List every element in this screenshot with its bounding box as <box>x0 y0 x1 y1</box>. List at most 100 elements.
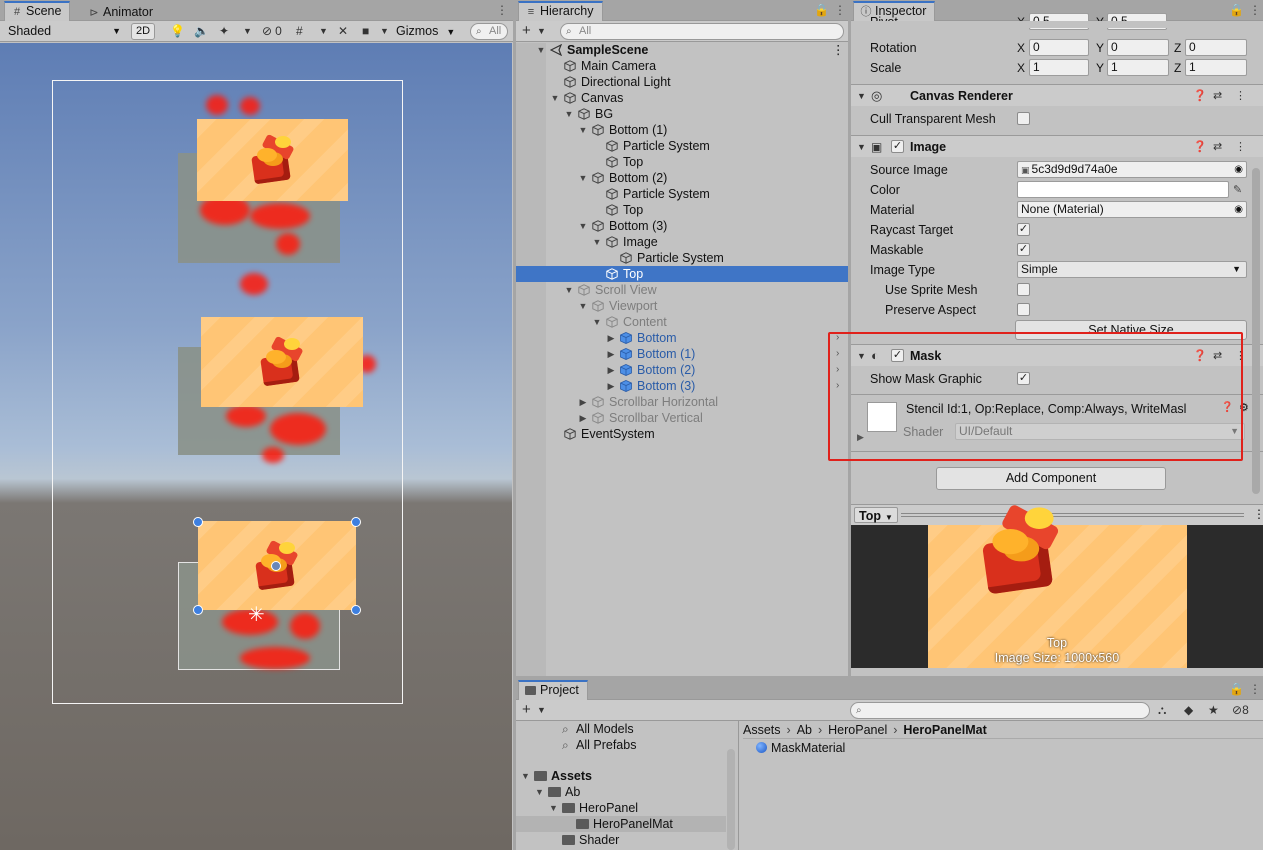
hierarchy-row[interactable]: ▼ Scroll View <box>516 282 848 298</box>
sprite-mesh-checkbox[interactable] <box>1017 283 1030 296</box>
panel-menu-icon[interactable]: ⋮ <box>834 3 846 17</box>
project-tree-item[interactable]: HeroPanelMat <box>516 816 726 832</box>
camera-dropdown-icon[interactable]: ▼ <box>380 23 389 40</box>
rect-handle-tr[interactable] <box>351 517 361 527</box>
foldout-collapsed-icon[interactable]: ▶ <box>606 346 616 362</box>
hierarchy-row[interactable]: ▶ Scrollbar Horizontal <box>516 394 848 410</box>
foldout-expanded-icon[interactable]: ▼ <box>550 90 560 106</box>
project-splitter[interactable] <box>738 721 739 850</box>
rect-handle-tl[interactable] <box>193 517 203 527</box>
scene-viewport[interactable]: ✳ <box>0 43 512 850</box>
project-tree-item[interactable]: Shader <box>516 832 726 848</box>
hierarchy-row[interactable]: ▼ Bottom (2) <box>516 170 848 186</box>
foldout-icon[interactable]: ▼ <box>857 345 866 367</box>
pivot-handle[interactable] <box>271 561 281 571</box>
project-search-input[interactable]: ⌕ <box>850 702 1150 719</box>
scale-z-field[interactable]: 1 <box>1185 59 1247 76</box>
hidden-objects-icon[interactable]: ⊘ 0 <box>262 23 282 40</box>
camera-icon[interactable]: ■ <box>362 23 369 40</box>
scale-y-field[interactable]: 1 <box>1107 59 1169 76</box>
foldout-expanded-icon[interactable]: ▼ <box>536 42 546 58</box>
foldout-expanded-icon[interactable]: ▼ <box>578 218 588 234</box>
effects-dropdown-icon[interactable]: ▼ <box>243 23 252 40</box>
tab-scene[interactable]: # Scene <box>4 1 71 21</box>
rotation-x-field[interactable]: 0 <box>1029 39 1089 56</box>
lock-icon[interactable]: 🔒 <box>1229 682 1244 696</box>
grid-dropdown-icon[interactable]: ▼ <box>319 23 328 40</box>
hierarchy-row[interactable]: Directional Light <box>516 74 848 90</box>
project-tree-item[interactable]: ▼ Assets <box>516 768 726 784</box>
foldout-expanded-icon[interactable]: ▼ <box>578 170 588 186</box>
file-item[interactable]: MaskMaterial <box>756 740 845 756</box>
add-icon[interactable]: + <box>522 23 531 38</box>
image-type-dropdown[interactable]: Simple ▼ <box>1017 261 1247 278</box>
breadcrumb-item[interactable]: HeroPanel <box>828 723 887 737</box>
eyedropper-icon[interactable]: ✎ <box>1233 180 1242 200</box>
effects-icon[interactable]: ✦ <box>219 23 229 40</box>
scene-search-input[interactable]: ⌕ All <box>470 23 508 40</box>
foldout-expanded-icon[interactable]: ▼ <box>535 784 544 800</box>
filter-label-icon[interactable]: ◆ <box>1184 702 1193 719</box>
image-enabled-checkbox[interactable]: ✓ <box>891 140 904 153</box>
foldout-expanded-icon[interactable]: ▼ <box>578 298 588 314</box>
hierarchy-row[interactable]: ▼ Bottom (1) <box>516 122 848 138</box>
hidden-packages-icon[interactable]: ⊘8 <box>1232 702 1249 719</box>
anchor-icon[interactable]: ✳ <box>248 605 265 625</box>
hierarchy-row[interactable]: Particle System <box>516 138 848 154</box>
component-menu-icon[interactable]: ⋮ <box>1235 345 1246 367</box>
set-native-size-button[interactable]: Set Native Size <box>1015 320 1247 340</box>
presets-icon[interactable]: ⇄ <box>1213 345 1222 367</box>
panel-menu-icon[interactable]: ⋮ <box>1253 507 1263 521</box>
maskable-checkbox[interactable]: ✓ <box>1017 243 1030 256</box>
mask-enabled-checkbox[interactable]: ✓ <box>891 349 904 362</box>
hierarchy-row[interactable]: Top <box>516 266 848 282</box>
add-dropdown-icon[interactable]: ▼ <box>537 23 546 40</box>
hierarchy-row[interactable]: ▼ Canvas <box>516 90 848 106</box>
hierarchy-row[interactable]: Top <box>516 154 848 170</box>
foldout-icon[interactable]: ▼ <box>857 85 866 107</box>
hierarchy-row[interactable]: ▼ Image <box>516 234 848 250</box>
foldout-collapsed-icon[interactable]: ▶ <box>606 330 616 346</box>
tools-icon[interactable]: ✕ <box>338 23 348 40</box>
help-icon[interactable]: ❓ <box>1193 345 1207 367</box>
rotation-y-field[interactable]: 0 <box>1107 39 1169 56</box>
breadcrumb-item[interactable]: HeroPanelMat <box>903 723 986 737</box>
hierarchy-row[interactable]: ▶ Bottom (2) <box>516 362 848 378</box>
project-tree-item[interactable]: ▼ Ab <box>516 784 726 800</box>
presets-icon[interactable]: ⇄ <box>1213 136 1222 158</box>
hierarchy-row[interactable]: Top <box>516 202 848 218</box>
cull-mesh-checkbox[interactable] <box>1017 112 1030 125</box>
foldout-collapsed-icon[interactable]: ▶ <box>606 362 616 378</box>
breadcrumb-item[interactable]: Ab <box>797 723 812 737</box>
panel-menu-icon[interactable]: ⋮ <box>496 3 508 17</box>
foldout-collapsed-icon[interactable]: ▶ <box>578 394 588 410</box>
source-image-field[interactable]: ▣ 5c3d9d9d74a0e ◉ <box>1017 161 1247 178</box>
hierarchy-row[interactable]: ▼ Viewport <box>516 298 848 314</box>
rotation-z-field[interactable]: 0 <box>1185 39 1247 56</box>
component-menu-icon[interactable]: ⋮ <box>1235 85 1246 107</box>
lighting-icon[interactable]: 💡 <box>170 23 185 40</box>
project-tree-item[interactable]: ⌕ All Prefabs <box>516 737 726 753</box>
material-field[interactable]: None (Material) ◉ <box>1017 201 1247 218</box>
scale-x-field[interactable]: 1 <box>1029 59 1089 76</box>
favorite-icon[interactable]: ★ <box>1208 702 1219 719</box>
hierarchy-row[interactable]: ▶ Scrollbar Vertical <box>516 410 848 426</box>
grid-snap-icon[interactable]: # <box>296 23 303 40</box>
rect-handle-bl[interactable] <box>193 605 203 615</box>
foldout-expanded-icon[interactable]: ▼ <box>549 800 558 816</box>
hierarchy-row[interactable]: ▼ BG <box>516 106 848 122</box>
help-icon[interactable]: ❓ <box>1193 85 1207 107</box>
hierarchy-row[interactable]: Particle System <box>516 186 848 202</box>
show-mask-graphic-checkbox[interactable]: ✓ <box>1017 372 1030 385</box>
add-component-button[interactable]: Add Component <box>936 467 1166 490</box>
tab-project[interactable]: Project <box>518 680 588 700</box>
preserve-aspect-checkbox[interactable] <box>1017 303 1030 316</box>
scene-menu-icon[interactable]: ⋮ <box>832 42 845 58</box>
tab-animator[interactable]: ⊳ Animator <box>82 3 161 21</box>
filter-type-icon[interactable]: ⛬ <box>1158 702 1166 719</box>
hierarchy-row[interactable]: ▼ Bottom (3) <box>516 218 848 234</box>
mask-header[interactable]: ▼ ◐ ✓ Mask ❓ ⇄ ⋮ <box>851 344 1263 366</box>
preview-object-dropdown[interactable]: Top ▼ <box>854 507 898 523</box>
foldout-expanded-icon[interactable]: ▼ <box>578 122 588 138</box>
2d-toggle[interactable]: 2D <box>131 23 155 40</box>
